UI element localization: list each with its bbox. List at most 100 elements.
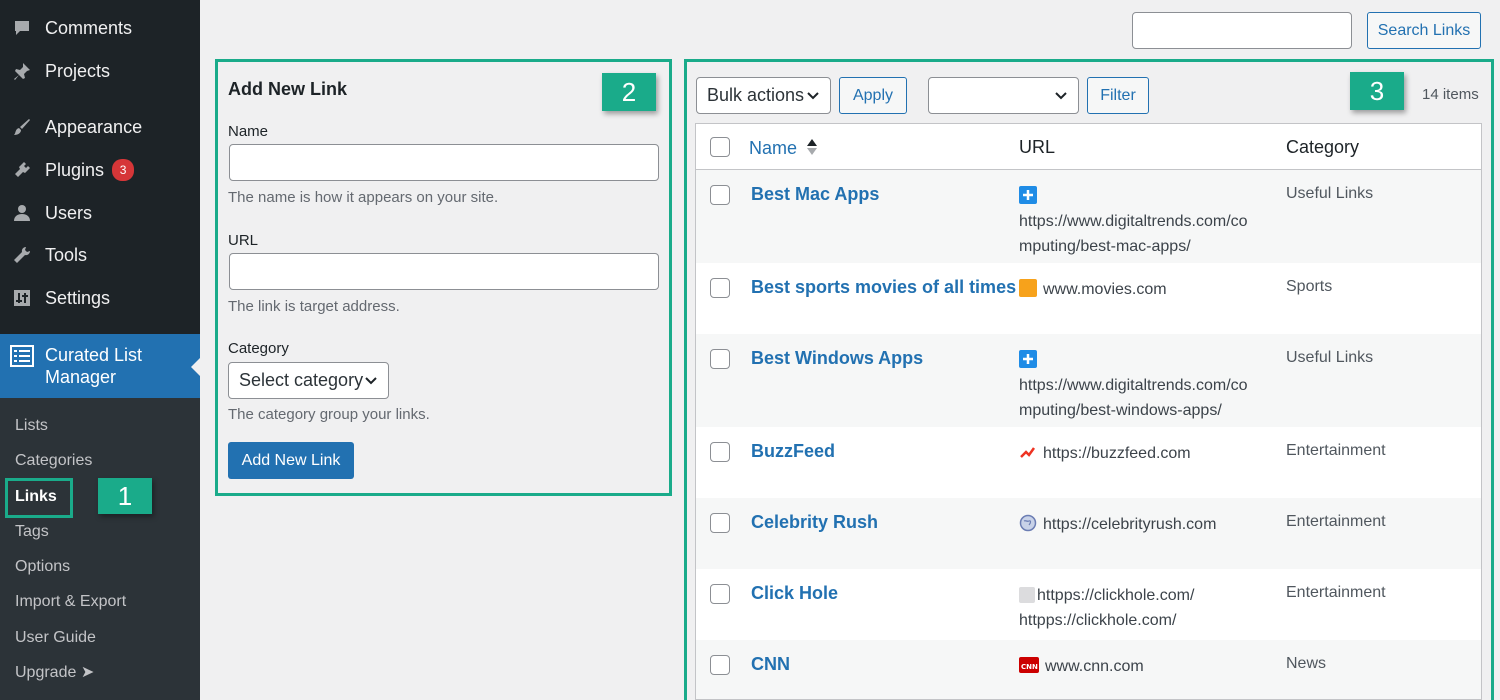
chevron-down-icon	[1055, 91, 1067, 99]
link-name-input[interactable]	[229, 144, 659, 181]
submenu-item-options[interactable]: Options	[15, 555, 70, 579]
select-all-checkbox[interactable]	[710, 137, 730, 157]
link-category: Sports	[1286, 278, 1333, 295]
links-highlight-box	[5, 478, 73, 518]
row-checkbox[interactable]	[710, 513, 730, 533]
sidebar-item-curated-list-manager[interactable]: Curated List Manager	[0, 334, 200, 398]
link-url-input[interactable]	[229, 253, 659, 290]
sidebar-item-label: Settings	[45, 287, 111, 308]
sidebar-item-label: Projects	[45, 60, 111, 81]
table-row: Best sports movies of all times www.movi…	[696, 263, 1481, 334]
row-checkbox[interactable]	[710, 278, 730, 298]
link-url-text: https://www.digitaltrends.com/co	[1019, 213, 1248, 230]
callout-badge-1: 1	[98, 478, 152, 514]
link-name[interactable]: CNN	[751, 654, 790, 675]
row-checkbox[interactable]	[710, 185, 730, 205]
link-url-text: https://celebrityrush.com	[1043, 516, 1217, 533]
link-name[interactable]: Best Mac Apps	[751, 184, 879, 205]
submenu-item-lists[interactable]: Lists	[15, 414, 48, 438]
table-row: BuzzFeed https://buzzfeed.com Entertainm…	[696, 427, 1481, 498]
search-links-button[interactable]: Search Links	[1367, 12, 1481, 49]
sidebar-submenu: Lists Categories Links Tags Options Impo…	[0, 398, 200, 700]
link-url: httpps://clickhole.com/ httpps://clickho…	[1019, 583, 1269, 633]
links-table: Name URL Category Best Mac Apps https://…	[695, 123, 1482, 700]
link-url-text: httpps://clickhole.com/	[1019, 612, 1177, 629]
callout-badge-3: 3	[1350, 72, 1404, 110]
sidebar-item-label: Plugins	[45, 159, 105, 180]
link-name[interactable]: Best Windows Apps	[751, 348, 923, 369]
row-checkbox[interactable]	[710, 584, 730, 604]
link-name[interactable]: Best sports movies of all times	[751, 277, 1016, 298]
sidebar-item-comments[interactable]: Comments	[0, 8, 200, 48]
link-category: Useful Links	[1286, 185, 1374, 202]
sidebar-item-label: Manager	[45, 367, 117, 387]
table-row: Best Mac Apps https://www.digitaltrends.…	[696, 170, 1481, 263]
sidebar-item-projects[interactable]: Projects	[0, 51, 200, 91]
apply-button[interactable]: Apply	[839, 77, 907, 114]
items-count: 14 items	[1422, 86, 1479, 103]
category-select[interactable]: Select category	[228, 362, 389, 399]
row-checkbox[interactable]	[710, 349, 730, 369]
row-checkbox[interactable]	[710, 442, 730, 462]
chevron-down-icon	[807, 91, 819, 99]
link-name[interactable]: BuzzFeed	[751, 441, 835, 462]
digitaltrends-icon	[1019, 186, 1037, 204]
row-checkbox[interactable]	[710, 655, 730, 675]
sidebar-item-plugins[interactable]: Plugins 3	[0, 150, 200, 190]
link-url-text: mputing/best-mac-apps/	[1019, 238, 1191, 255]
add-new-link-button[interactable]: Add New Link	[228, 442, 354, 479]
plugin-icon	[10, 158, 34, 182]
link-url-text: www.cnn.com	[1045, 658, 1144, 675]
link-url: https://celebrityrush.com	[1019, 512, 1269, 537]
link-url: https://www.digitaltrends.com/co mputing…	[1019, 348, 1269, 423]
search-links-input[interactable]	[1132, 12, 1352, 49]
link-name[interactable]: Celebrity Rush	[751, 512, 878, 533]
svg-text:CNN: CNN	[1021, 663, 1038, 671]
url-help-text: The link is target address.	[228, 298, 400, 315]
link-name[interactable]: Click Hole	[751, 583, 838, 604]
filter-button[interactable]: Filter	[1087, 77, 1149, 114]
brush-icon	[10, 115, 34, 139]
callout-badge-2: 2	[602, 73, 656, 111]
sidebar-item-label: Users	[45, 202, 93, 223]
sidebar-item-settings[interactable]: Settings	[0, 278, 200, 318]
table-row: CNN CNN www.cnn.com News	[696, 640, 1481, 699]
table-row: Click Hole httpps://clickhole.com/ httpp…	[696, 569, 1481, 640]
add-link-title: Add New Link	[228, 79, 348, 99]
link-category: News	[1286, 655, 1327, 672]
link-category: Useful Links	[1286, 349, 1374, 366]
submenu-item-tags[interactable]: Tags	[15, 520, 49, 544]
wrench-icon	[10, 243, 34, 267]
active-indicator-arrow	[191, 358, 200, 376]
submenu-item-upgrade[interactable]: Upgrade ➤	[15, 661, 94, 685]
submenu-item-categories[interactable]: Categories	[15, 449, 92, 473]
link-url: https://buzzfeed.com	[1019, 441, 1269, 466]
column-header-label: Name	[749, 138, 798, 158]
list-icon	[10, 344, 36, 370]
sidebar-item-users[interactable]: Users	[0, 193, 200, 233]
sort-icon	[807, 139, 818, 155]
link-url: https://www.digitaltrends.com/co mputing…	[1019, 184, 1269, 259]
link-url: CNN www.cnn.com	[1019, 654, 1269, 679]
name-label: Name	[228, 123, 269, 140]
user-icon	[10, 201, 34, 225]
update-count-badge: 3	[112, 159, 135, 181]
link-url-text: httpps://clickhole.com/	[1037, 587, 1195, 604]
sidebar-item-tools[interactable]: Tools	[0, 235, 200, 275]
table-row: Best Windows Apps https://www.digitaltre…	[696, 334, 1481, 427]
sidebar-item-appearance[interactable]: Appearance	[0, 107, 200, 147]
column-header-name[interactable]: Name	[749, 137, 818, 159]
submenu-item-user-guide[interactable]: User Guide	[15, 626, 96, 650]
url-label: URL	[228, 232, 259, 249]
sidebar-item-label: Comments	[45, 17, 133, 38]
settings-icon	[10, 286, 34, 310]
submenu-item-import-export[interactable]: Import & Export	[15, 590, 126, 614]
link-url: www.movies.com	[1019, 277, 1269, 302]
sidebar-item-label: Appearance	[45, 116, 143, 137]
globe-icon	[1019, 514, 1037, 532]
category-filter-select[interactable]	[928, 77, 1079, 114]
bulk-actions-select[interactable]: Bulk actions	[696, 77, 831, 114]
link-url-text: https://buzzfeed.com	[1043, 445, 1191, 462]
pin-icon	[10, 59, 34, 83]
admin-sidebar: Comments Projects Appearance Plugins 3 U…	[0, 0, 200, 700]
